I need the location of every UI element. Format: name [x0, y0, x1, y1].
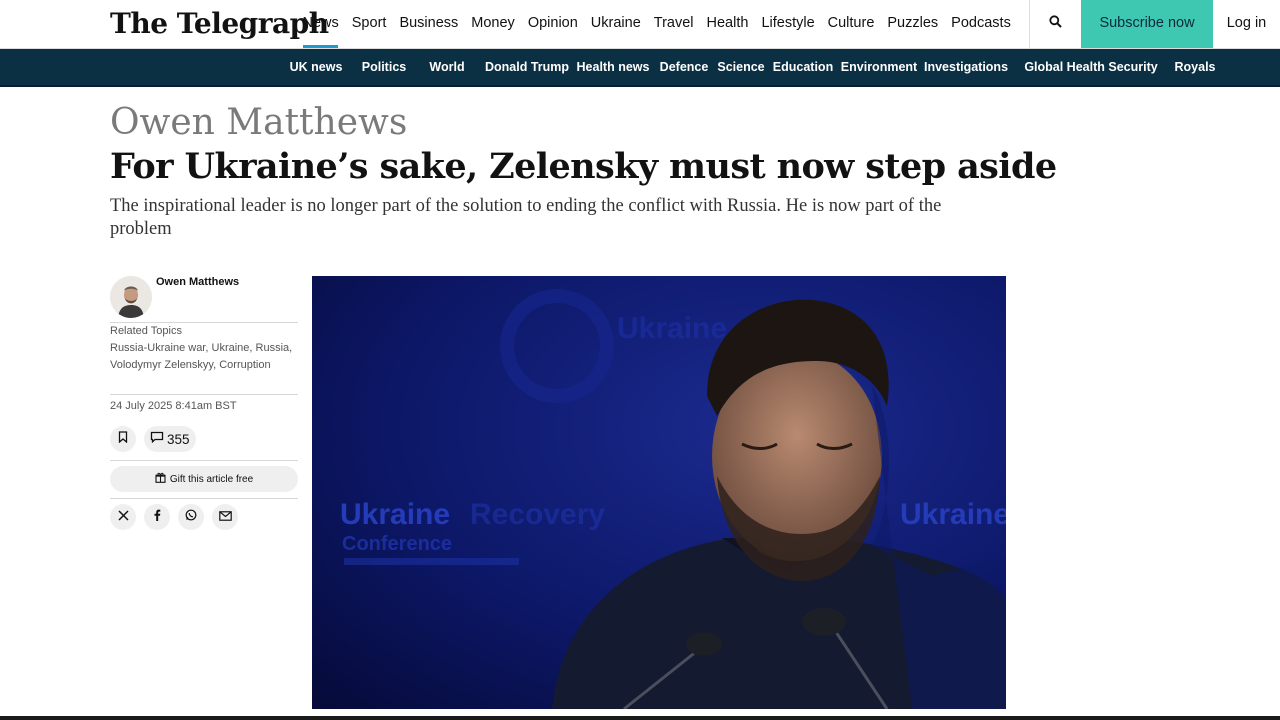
nav-money[interactable]: Money: [465, 0, 522, 48]
nav-business[interactable]: Business: [393, 0, 465, 48]
nav-ukraine[interactable]: Ukraine: [584, 0, 647, 48]
lead-image[interactable]: Ukraine Ukraine Recovery Conference Ukra…: [312, 276, 1006, 709]
author-kicker[interactable]: Owen Matthews: [110, 100, 407, 146]
article-headline: For Ukraine’s sake, Zelensky must now st…: [110, 146, 1057, 187]
share-whatsapp-button[interactable]: [178, 504, 204, 530]
email-icon: [218, 508, 232, 526]
backdrop-text: Ukraine: [340, 498, 450, 531]
subnav-world[interactable]: World: [429, 49, 464, 85]
nav-sport[interactable]: Sport: [345, 0, 393, 48]
gift-icon: [155, 470, 166, 488]
subnav-health-news[interactable]: Health news: [577, 49, 650, 85]
related-topics-list: Russia-Ukraine war, Ukraine, Russia, Vol…: [110, 342, 293, 371]
comments-count: 355: [167, 431, 190, 447]
topic-link[interactable]: Volodymyr Zelenskyy: [110, 359, 213, 371]
bottom-rule: [0, 716, 1280, 720]
share-x-button[interactable]: [110, 504, 136, 530]
secondary-nav: UK news Politics World Donald Trump Heal…: [0, 49, 1280, 87]
share-facebook-button[interactable]: [144, 504, 170, 530]
top-header: The Telegraph News Sport Business Money …: [0, 0, 1280, 49]
article-standfirst: The inspirational leader is no longer pa…: [110, 196, 942, 239]
topic-link[interactable]: Corruption: [219, 359, 270, 371]
login-link[interactable]: Log in: [1213, 0, 1280, 48]
topic-link[interactable]: Russia-Ukraine war: [110, 342, 205, 354]
share-email-button[interactable]: [212, 504, 238, 530]
byline-author-name[interactable]: Owen Matthews: [156, 276, 239, 288]
nav-puzzles[interactable]: Puzzles: [881, 0, 945, 48]
search-icon: [1049, 15, 1062, 33]
subnav-politics[interactable]: Politics: [362, 49, 406, 85]
backdrop-text: Ukraine: [617, 312, 727, 345]
nav-podcasts[interactable]: Podcasts: [945, 0, 1018, 48]
nav-news[interactable]: News: [296, 0, 345, 48]
subnav-science[interactable]: Science: [717, 49, 764, 85]
gift-article-label: Gift this article free: [169, 473, 254, 485]
whatsapp-icon: [185, 508, 197, 526]
related-topics-heading: Related Topics: [110, 325, 182, 337]
share-row: [110, 504, 238, 530]
nav-health[interactable]: Health: [700, 0, 755, 48]
subnav-defence[interactable]: Defence: [660, 49, 709, 85]
primary-nav: News Sport Business Money Opinion Ukrain…: [296, 0, 1017, 48]
subnav-uk-news[interactable]: UK news: [290, 49, 343, 85]
topic-link[interactable]: Russia: [256, 342, 290, 354]
nav-travel[interactable]: Travel: [647, 0, 700, 48]
gift-article-button[interactable]: Gift this article free: [110, 466, 298, 492]
topic-link[interactable]: Ukraine: [212, 342, 250, 354]
backdrop-text: Recovery: [470, 498, 605, 531]
publish-timestamp: 24 July 2025 8:41am BST: [110, 400, 237, 412]
facebook-icon: [153, 508, 161, 526]
backdrop-text: Conference: [342, 533, 452, 555]
bookmark-button[interactable]: [110, 426, 136, 452]
comments-button[interactable]: 355: [144, 426, 196, 452]
search-button[interactable]: [1029, 0, 1081, 48]
bookmark-icon: [118, 430, 128, 448]
sidebar-divider: [110, 322, 298, 323]
author-avatar[interactable]: [110, 276, 152, 318]
backdrop-text: Ukraine: [900, 498, 1006, 531]
subnav-royals[interactable]: Royals: [1175, 49, 1216, 85]
nav-lifestyle[interactable]: Lifestyle: [755, 0, 821, 48]
subnav-environment[interactable]: Environment: [841, 49, 917, 85]
sidebar-divider: [110, 394, 298, 395]
comment-icon: [150, 430, 164, 448]
nav-opinion[interactable]: Opinion: [521, 0, 584, 48]
x-icon: [117, 508, 129, 526]
sidebar-divider: [110, 460, 298, 461]
nav-culture[interactable]: Culture: [821, 0, 881, 48]
subnav-education[interactable]: Education: [773, 49, 833, 85]
subnav-investigations[interactable]: Investigations: [924, 49, 1008, 85]
sidebar-divider: [110, 498, 298, 499]
subscribe-button[interactable]: Subscribe now: [1081, 0, 1213, 48]
subnav-donald-trump[interactable]: Donald Trump: [485, 49, 569, 85]
lead-photo: Ukraine Ukraine Recovery Conference Ukra…: [312, 276, 1006, 709]
subnav-global-health-security[interactable]: Global Health Security: [1024, 49, 1157, 85]
